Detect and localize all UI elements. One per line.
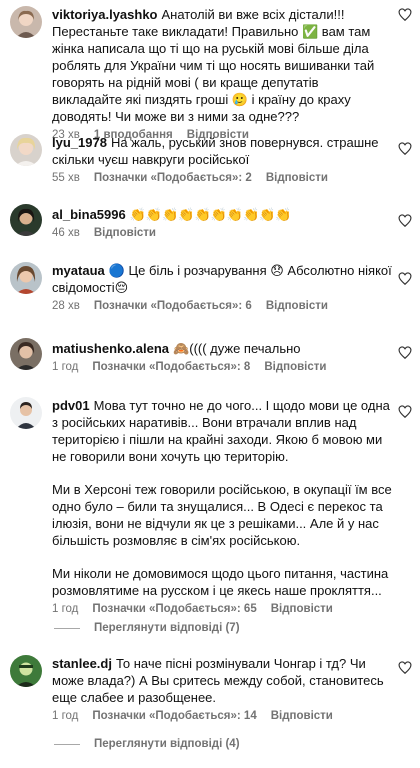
comment-text: Ми ніколи не домовимося щодо цього питан…	[52, 566, 389, 598]
view-replies-label[interactable]: Переглянути відповіді (7)	[94, 622, 240, 634]
heart-outline-icon[interactable]	[398, 405, 412, 419]
avatar[interactable]	[10, 262, 42, 294]
comment-time: 1 год	[52, 710, 79, 722]
comment-item: viktoriya.lyashko Анатолій ви вже всіх ді…	[0, 6, 420, 141]
likes-count[interactable]: Позначки «Подобається»: 14	[92, 710, 256, 722]
heart-outline-icon[interactable]	[398, 8, 412, 22]
reply-button[interactable]: Відповісти	[271, 603, 333, 615]
comment-time: 1 год	[52, 603, 79, 615]
comment-time: 46 хв	[52, 227, 80, 239]
heart-outline-icon[interactable]	[398, 142, 412, 156]
comment-text: Мова тут точно не до чого... І щодо мови…	[52, 398, 390, 464]
comment-text: Анатолій ви вже всіх дістали!!! Перестан…	[52, 7, 375, 124]
avatar[interactable]	[10, 204, 42, 236]
comment-item: stanlee.dj То наче пісні розмінували Чонг…	[0, 655, 420, 722]
likes-count[interactable]: Позначки «Подобається»: 6	[94, 300, 252, 312]
view-replies-button[interactable]: Переглянути відповіді (4)	[54, 738, 240, 750]
avatar[interactable]	[10, 134, 42, 166]
heart-outline-icon[interactable]	[398, 272, 412, 286]
avatar[interactable]	[10, 6, 42, 38]
comment-text: Ми в Херсоні теж говорили російською, в …	[52, 482, 392, 548]
username[interactable]: myataua	[52, 263, 105, 278]
username[interactable]: viktoriya.lyashko	[52, 7, 158, 22]
likes-count[interactable]: Позначки «Подобається»: 2	[94, 172, 252, 184]
comment-time: 55 хв	[52, 172, 80, 184]
avatar[interactable]	[10, 655, 42, 687]
username[interactable]: stanlee.dj	[52, 656, 112, 671]
heart-outline-icon[interactable]	[398, 214, 412, 228]
avatar[interactable]	[10, 397, 42, 429]
likes-count[interactable]: Позначки «Подобається»: 8	[92, 361, 250, 373]
comment-text: 🙈(((( дуже печально	[173, 341, 301, 356]
reply-button[interactable]: Відповісти	[266, 300, 328, 312]
reply-button[interactable]: Відповісти	[271, 710, 333, 722]
username[interactable]: matiushenko.alena	[52, 341, 169, 356]
comment-item: myataua 🔵 Це біль і розчарування 😞 Абсолю…	[0, 262, 420, 312]
divider	[54, 743, 80, 745]
comment-time: 1 год	[52, 361, 79, 373]
comment-item: al_bina5996 👏👏👏👏👏👏👏👏👏👏 46 хв Відповісти	[0, 204, 420, 239]
username[interactable]: pdv01	[52, 398, 90, 413]
heart-outline-icon[interactable]	[398, 346, 412, 360]
avatar[interactable]	[10, 338, 42, 370]
likes-count[interactable]: Позначки «Подобається»: 65	[92, 603, 256, 615]
username[interactable]: al_bina5996	[52, 207, 126, 222]
heart-outline-icon[interactable]	[398, 661, 412, 675]
reply-button[interactable]: Відповісти	[94, 227, 156, 239]
reply-button[interactable]: Відповісти	[264, 361, 326, 373]
view-replies-button[interactable]: Переглянути відповіді (7)	[54, 622, 240, 634]
comment-time: 28 хв	[52, 300, 80, 312]
username[interactable]: lyu_1978	[52, 135, 107, 150]
comment-item: pdv01 Мова тут точно не до чого... І щодо…	[0, 397, 420, 615]
comment-item: lyu_1978 На жаль, руський знов повернувся…	[0, 134, 420, 184]
comment-item: matiushenko.alena 🙈(((( дуже печально 1 г…	[0, 338, 420, 373]
view-replies-label[interactable]: Переглянути відповіді (4)	[94, 738, 240, 750]
comment-text: 👏👏👏👏👏👏👏👏👏👏	[129, 207, 292, 222]
reply-button[interactable]: Відповісти	[266, 172, 328, 184]
divider	[54, 627, 80, 629]
